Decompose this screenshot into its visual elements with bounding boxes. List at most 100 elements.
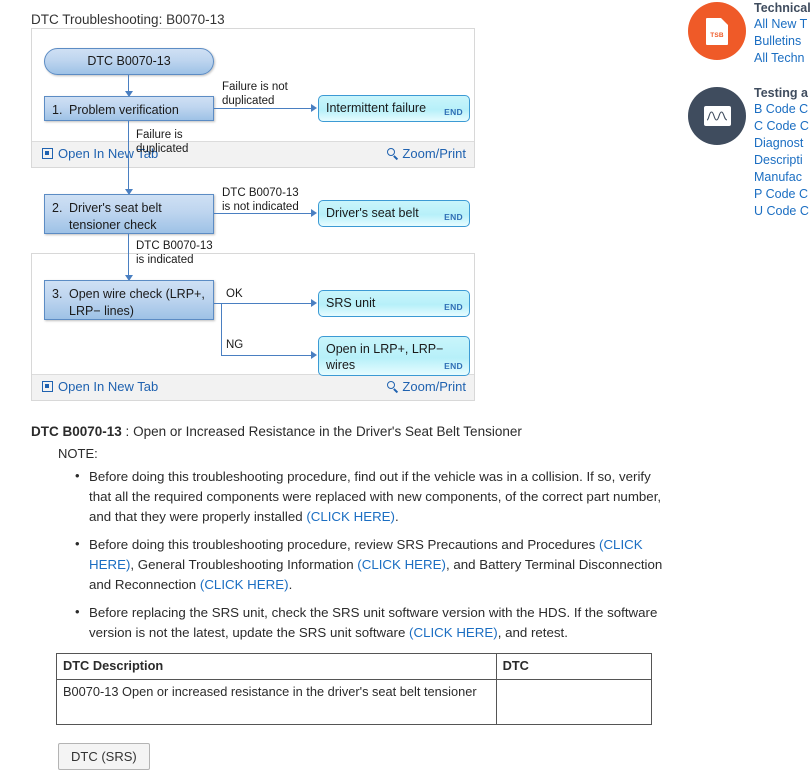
zoom-print-label: Zoom/Print <box>402 379 466 394</box>
flow-node-step-2-label-line1: Driver's seat belt <box>69 201 162 215</box>
note-text: Before replacing the SRS unit, check the… <box>89 605 658 640</box>
flow-node-end-srs-label: SRS unit <box>326 296 376 310</box>
zoom-print-link-1[interactable]: Zoom/Print <box>387 146 466 161</box>
zoom-print-link-2[interactable]: Zoom/Print <box>387 379 466 394</box>
flowchart-1-footer: Open In New Tab Zoom/Print <box>32 141 474 167</box>
scope-screen-glyph <box>703 106 731 126</box>
table-cell-dtc <box>495 679 653 725</box>
click-here-link[interactable]: (CLICK HERE) <box>200 577 289 592</box>
sidebar-link[interactable]: Descripti <box>754 152 810 169</box>
connector-step3-ng <box>221 355 313 357</box>
table-header-dtc: DTC <box>495 653 653 680</box>
connector-step1-to-step2 <box>128 121 130 191</box>
click-here-link[interactable]: (CLICK HERE) <box>357 557 446 572</box>
table-header-row: DTC Description DTC <box>56 653 653 680</box>
flow-node-step-1-label: Problem verification <box>69 103 179 117</box>
dtc-description-table: DTC Description DTC B0070-13 Open or inc… <box>56 653 653 725</box>
open-in-new-tab-label: Open In New Tab <box>58 379 159 394</box>
flow-node-step-2-label-line2: tensioner check <box>69 217 157 232</box>
new-tab-icon <box>42 381 53 392</box>
flow-node-step-3-number: 3. <box>52 287 63 301</box>
flowchart-caption: DTC Troubleshooting: B0070-13 <box>31 12 225 27</box>
connector-step2-to-step3 <box>128 234 130 277</box>
note-text: . <box>394 509 399 524</box>
sidebar-link[interactable]: B Code C <box>754 101 810 118</box>
note-item: Before doing this troubleshooting proced… <box>75 466 671 527</box>
edge-label-dtc-indicated: DTC B0070-13 is indicated <box>136 240 213 267</box>
flow-node-end-open-line1: Open in LRP+, LRP− <box>326 342 444 356</box>
flow-node-end-open-line2: wires <box>326 358 356 373</box>
sidebar-group-testing-title: Testing a <box>754 86 808 100</box>
sidebar-link[interactable]: U Code C <box>754 203 810 220</box>
flow-node-step-1[interactable]: 1. Problem verification <box>44 96 214 121</box>
dtc-code: DTC B0070-13 <box>31 424 122 439</box>
sidebar-links-container-1: All New T Bulletins All Techn <box>754 16 810 67</box>
flow-node-start-dtc[interactable]: DTC B0070-13 <box>44 48 214 75</box>
arrowhead-right <box>311 209 317 217</box>
new-tab-icon <box>42 148 53 159</box>
sidebar-link[interactable]: All New T <box>754 16 810 33</box>
note-text: Before doing this troubleshooting proced… <box>89 537 600 552</box>
tsb-icon-text: TSB <box>710 31 724 39</box>
end-tag: END <box>444 106 463 117</box>
note-label: NOTE: <box>58 446 98 461</box>
arrowhead-right <box>311 104 317 112</box>
magnifier-icon <box>387 147 399 160</box>
note-text: . <box>288 577 293 592</box>
flow-node-step-3-label-line2: LRP− lines) <box>69 303 134 318</box>
edge-label-failure-duplicated: Failure is duplicated <box>136 129 189 156</box>
flow-node-step-2[interactable]: 2. Driver's seat belt tensioner check <box>44 194 214 234</box>
flow-node-step-2-number: 2. <box>52 201 63 215</box>
note-item: Before replacing the SRS unit, check the… <box>75 602 671 643</box>
click-here-link[interactable]: (CLICK HERE) <box>306 509 395 524</box>
flow-node-end-intermittent-failure[interactable]: Intermittent failure END <box>318 95 470 122</box>
end-tag: END <box>444 301 463 312</box>
table-header-dtc-description: DTC Description <box>56 653 497 680</box>
flow-node-end-open-lrp-wires[interactable]: Open in LRP+, LRP− wires END <box>318 336 470 376</box>
sidebar-link[interactable]: All Techn <box>754 50 810 67</box>
dtc-srs-button[interactable]: DTC (SRS) <box>58 743 150 770</box>
click-here-link[interactable]: (CLICK HERE) <box>409 625 498 640</box>
document-body: DTC B0070-13 : Open or Increased Resista… <box>31 424 671 651</box>
edge-label-dtc-not-indicated: DTC B0070-13 is not indicated <box>222 187 299 214</box>
flow-node-step-3[interactable]: 3. Open wire check (LRP+, LRP− lines) <box>44 280 214 320</box>
open-in-new-tab-link-2[interactable]: Open In New Tab <box>42 379 158 394</box>
flowchart-panel-2: Open In New Tab Zoom/Print <box>31 253 475 401</box>
oscilloscope-icon <box>688 87 746 145</box>
sidebar-group-technical-title: Technical <box>754 1 810 15</box>
tsb-document-icon: TSB <box>688 2 746 60</box>
flow-node-end-srs-unit[interactable]: SRS unit END <box>318 290 470 317</box>
flow-node-step-1-number: 1. <box>52 103 63 117</box>
sidebar-link[interactable]: Manufac <box>754 169 810 186</box>
edge-label-ng: NG <box>226 339 244 351</box>
connector-step3-vertical-split <box>221 303 223 356</box>
dtc-title: Open or Increased Resistance in the Driv… <box>133 424 522 439</box>
sidebar-link[interactable]: Bulletins <box>754 33 810 50</box>
sidebar-link[interactable]: C Code C <box>754 118 810 135</box>
end-tag: END <box>444 211 463 222</box>
table-row: B0070-13 Open or increased resistance in… <box>56 679 653 725</box>
flow-node-end-intermittent-label: Intermittent failure <box>326 101 427 115</box>
document-glyph: TSB <box>706 17 728 45</box>
flow-node-step-3-label-line1: Open wire check (LRP+, <box>69 287 205 301</box>
arrowhead-right <box>311 299 317 307</box>
sidebar-group-technical-links: Technical All New T Bulletins All Techn <box>754 0 810 67</box>
connector-step3-ok <box>221 303 313 305</box>
table-cell-description: B0070-13 Open or increased resistance in… <box>56 679 497 725</box>
edge-label-failure-not-duplicated: Failure is not duplicated <box>222 81 288 108</box>
sidebar-group-testing-links: Testing a B Code CC Code C Diagnost Descri… <box>754 85 810 220</box>
waveform-svg <box>706 111 727 121</box>
right-sidebar: TSB Technical All New T Bulletins All Tech… <box>686 0 810 783</box>
end-tag: END <box>444 360 463 371</box>
note-text: , and retest. <box>497 625 568 640</box>
sidebar-link[interactable]: P Code C <box>754 186 810 203</box>
flow-node-end-drivers-seat-belt[interactable]: Driver's seat belt END <box>318 200 470 227</box>
zoom-print-label: Zoom/Print <box>402 146 466 161</box>
dtc-heading: DTC B0070-13 : Open or Increased Resista… <box>31 424 671 439</box>
sidebar-link[interactable]: Diagnost <box>754 135 810 152</box>
arrowhead-right <box>311 351 317 359</box>
table-body: B0070-13 Open or increased resistance in… <box>56 679 653 725</box>
edge-label-ok: OK <box>226 288 243 300</box>
note-item: Before doing this troubleshooting proced… <box>75 534 671 595</box>
sidebar-links-container-2: B Code CC Code C Diagnost Descripti Manufac… <box>754 101 810 220</box>
